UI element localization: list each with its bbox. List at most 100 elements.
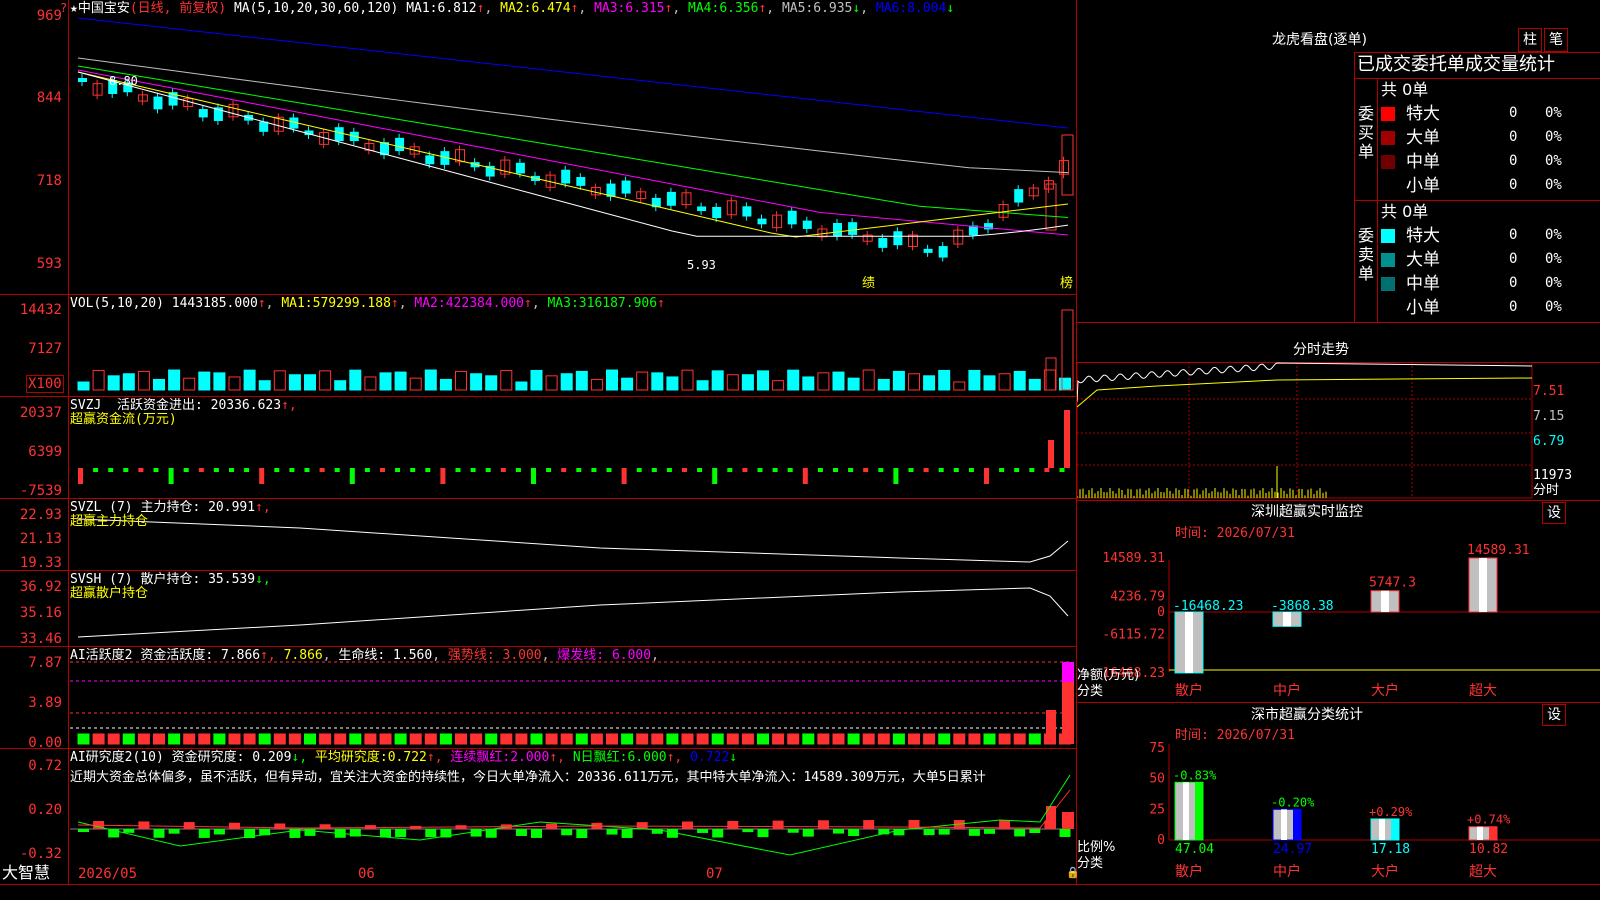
ma6-arrow: ↓: [946, 1, 955, 16]
candle: [576, 177, 586, 186]
lhb-row-count: 0: [1509, 105, 1518, 121]
fenshi-vol-tick: 11973: [1533, 468, 1573, 483]
active-bar: [757, 733, 769, 745]
retail-hold-line: [77, 587, 1069, 638]
earnings-marker[interactable]: 绩: [862, 276, 875, 291]
dragon-tiger-marker[interactable]: 榜: [1060, 276, 1073, 291]
candle: [334, 127, 344, 142]
fund-bar: [606, 468, 612, 472]
monitor-category: 大户: [1371, 682, 1399, 699]
svzl-sub: 超赢主力持仓: [70, 514, 149, 529]
volume-bar: [1013, 370, 1026, 391]
fund-bar: [78, 468, 83, 484]
candle: [787, 210, 797, 225]
brand-logo[interactable]: 大智慧: [2, 865, 50, 881]
research-bar: [621, 829, 633, 838]
candle: [153, 96, 163, 110]
class-bar-highlight: [1281, 809, 1287, 840]
svzj-sub: 超赢资金流(万元): [70, 412, 177, 427]
active-bar: [485, 733, 498, 745]
monitor-settings-button[interactable]: 设: [1542, 502, 1566, 524]
volume-bar: [107, 375, 120, 391]
active-bar: [228, 733, 241, 745]
active-bar: [183, 733, 196, 745]
period-label[interactable]: (日线, 前复权): [130, 1, 226, 16]
active-bar: [590, 733, 603, 745]
active-bar: [938, 733, 951, 745]
svsh-value: 35.539: [208, 572, 256, 587]
research-bar: [229, 822, 240, 829]
volume-bar: [636, 371, 649, 391]
vol-ma1-arrow: ↑: [390, 296, 399, 311]
monitor-bar-highlight: [1185, 612, 1193, 673]
research-bar: [848, 829, 860, 837]
star-icon[interactable]: ★: [70, 1, 78, 16]
class-category: 大户: [1371, 863, 1399, 880]
volume-bar: [983, 375, 996, 391]
vol-value: 1443185.000: [171, 296, 258, 311]
lhb-row-count: 0: [1509, 227, 1518, 243]
class-category: 中户: [1273, 863, 1301, 880]
intraday-chart[interactable]: [1077, 362, 1600, 500]
fund-bar: [213, 468, 219, 472]
bar-view-button[interactable]: 柱: [1518, 28, 1542, 52]
ai-active-value2: 7.866: [283, 648, 323, 663]
candle: [515, 162, 525, 174]
class-settings-button[interactable]: 设: [1542, 704, 1566, 726]
svsh-label: 散户持仓:: [140, 572, 201, 587]
volume-bar: [998, 373, 1011, 391]
ai-research-ytick: -0.32: [19, 846, 62, 862]
fund-bar: [380, 468, 385, 472]
price-line: [1077, 362, 1533, 403]
research-bar: [168, 829, 180, 834]
active-bar: [500, 733, 513, 745]
ai-research-label: 资金研究度:: [171, 750, 245, 765]
class-value: 17.18: [1371, 842, 1410, 857]
tick-view-button[interactable]: 笔: [1544, 28, 1568, 52]
lhb-row-pct: 0%: [1545, 251, 1562, 267]
ma3-arrow: ↑: [664, 1, 673, 16]
candle: [757, 218, 767, 225]
monitor-category: 中户: [1273, 682, 1301, 699]
research-bar: [561, 829, 573, 836]
research-bar: [123, 829, 135, 833]
kline-ytick: 593: [36, 256, 62, 272]
ai-research-ytick: 0.20: [28, 802, 62, 818]
volume-bar: [288, 374, 301, 391]
active-bar: [258, 733, 271, 745]
active-bar: [575, 733, 588, 745]
ma1-label: MA1:: [406, 1, 438, 16]
kline-ytick: 969: [36, 8, 62, 24]
fund-bar: [410, 468, 416, 472]
ai-active-value: 7.866: [220, 648, 261, 663]
class-legend2: 分类: [1077, 856, 1104, 871]
research-bar: [863, 820, 875, 829]
fund-bar: [1014, 468, 1020, 472]
chart-area[interactable]: ★中国宝安(日线, 前复权) MA(5,10,20,30,60,120) MA1…: [0, 0, 1600, 900]
volume-bar: [304, 374, 316, 391]
lhb-row-name: 特大: [1406, 226, 1440, 246]
vol-ma2-label: MA2:: [414, 296, 446, 311]
color-swatch: [1381, 131, 1395, 145]
active-bar: [349, 733, 362, 745]
volume-bar: [621, 377, 634, 391]
active-bar: [666, 733, 679, 745]
active-bar: [304, 733, 316, 745]
fund-bar: [531, 468, 536, 484]
fund-bar: [712, 468, 718, 484]
fund-bar: [893, 468, 899, 484]
vol-ma2-arrow: ↑: [524, 296, 532, 311]
active-bar: [877, 733, 890, 745]
research-bar: [1062, 812, 1074, 829]
lhb-row-count: 0: [1509, 177, 1518, 193]
fund-bar: [878, 468, 884, 472]
active-bar: [711, 733, 724, 745]
active-bar: [319, 733, 332, 745]
fund-bar: [395, 468, 401, 472]
svzl-arrow: ↑,: [255, 500, 271, 515]
vol-unit: X100: [26, 375, 64, 393]
volume-bar: [92, 369, 105, 391]
lhb-row-name: 中单: [1406, 152, 1440, 172]
active-bar: [787, 733, 800, 745]
volume-bar: [394, 371, 407, 391]
